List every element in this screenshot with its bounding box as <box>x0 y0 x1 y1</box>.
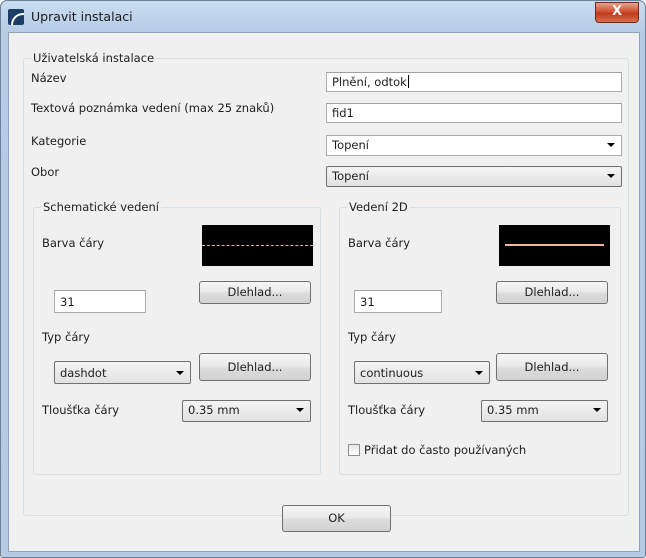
schematic-line-type-dropdown[interactable]: dashdot <box>54 361 191 384</box>
piping2d-line-type-dropdown[interactable]: continuous <box>354 361 490 384</box>
app-icon <box>8 9 24 25</box>
piping2d-line-type-preview-button[interactable]: Dlehlad... <box>496 353 608 381</box>
piping2d-line-type-label: Typ čáry <box>348 330 396 344</box>
chevron-down-icon <box>607 143 615 147</box>
close-button[interactable]: X <box>595 2 639 23</box>
category-dropdown[interactable]: Topení <box>326 135 622 156</box>
schematic-line-type-preview-button[interactable]: Dlehlad... <box>199 353 311 381</box>
category-value: Topení <box>332 138 369 152</box>
user-install-group-title: Uživatelská instalace <box>31 51 157 65</box>
schematic-color-field[interactable]: 31 <box>54 290 146 313</box>
window-title: Upravit instalaci <box>31 9 133 24</box>
schematic-line-type-label: Typ čáry <box>42 330 90 344</box>
field-value: Topení <box>332 169 369 183</box>
chevron-down-icon <box>607 174 615 178</box>
text-caret <box>407 75 409 88</box>
schematic-group-title: Schematické vedení <box>41 200 161 214</box>
ok-button[interactable]: OK <box>282 505 391 532</box>
favorites-checkbox[interactable] <box>348 444 360 456</box>
piping2d-color-swatch <box>499 225 610 266</box>
piping2d-color-preview-button[interactable]: Dlehlad... <box>496 281 608 304</box>
name-field-value: Plnění, odtok <box>332 75 407 89</box>
chevron-down-icon <box>176 371 184 375</box>
note-label: Textová poznámka vedení (max 25 znaků) <box>31 101 275 115</box>
schematic-color-label: Barva čáry <box>42 236 105 250</box>
piping2d-color-field[interactable]: 31 <box>354 290 442 313</box>
favorites-label[interactable]: Přidat do často používaných <box>364 443 526 457</box>
note-field[interactable]: fid1 <box>326 103 622 123</box>
category-label: Kategorie <box>31 134 87 148</box>
title-bar[interactable]: Upravit instalaci X <box>1 1 645 33</box>
dialog-client: Uživatelská instalace Název Plnění, odto… <box>8 32 640 552</box>
field-dropdown[interactable]: Topení <box>326 166 622 187</box>
piping2d-thickness-dropdown[interactable]: 0.35 mm <box>481 400 608 422</box>
schematic-thickness-value: 0.35 mm <box>188 403 240 417</box>
name-label: Název <box>31 71 67 85</box>
piping2d-group-title: Vedení 2D <box>347 200 410 214</box>
name-field[interactable]: Plnění, odtok <box>326 72 622 92</box>
piping2d-thickness-label: Tloušťka čáry <box>348 403 426 417</box>
dashdot-line-preview <box>202 245 313 246</box>
dialog-window: Upravit instalaci X Uživatelská instalac… <box>0 0 646 558</box>
schematic-thickness-label: Tloušťka čáry <box>42 403 120 417</box>
piping2d-color-label: Barva čáry <box>348 236 411 250</box>
schematic-thickness-dropdown[interactable]: 0.35 mm <box>182 400 311 422</box>
schematic-line-type-value: dashdot <box>60 366 107 380</box>
schematic-color-swatch <box>202 225 313 266</box>
chevron-down-icon <box>475 371 483 375</box>
piping2d-line-type-value: continuous <box>360 366 424 380</box>
piping2d-thickness-value: 0.35 mm <box>487 403 539 417</box>
continuous-line-preview <box>505 244 604 246</box>
chevron-down-icon <box>593 408 601 412</box>
schematic-color-preview-button[interactable]: Dlehlad... <box>199 281 311 304</box>
chevron-down-icon <box>296 408 304 412</box>
field-label: Obor <box>31 165 60 179</box>
